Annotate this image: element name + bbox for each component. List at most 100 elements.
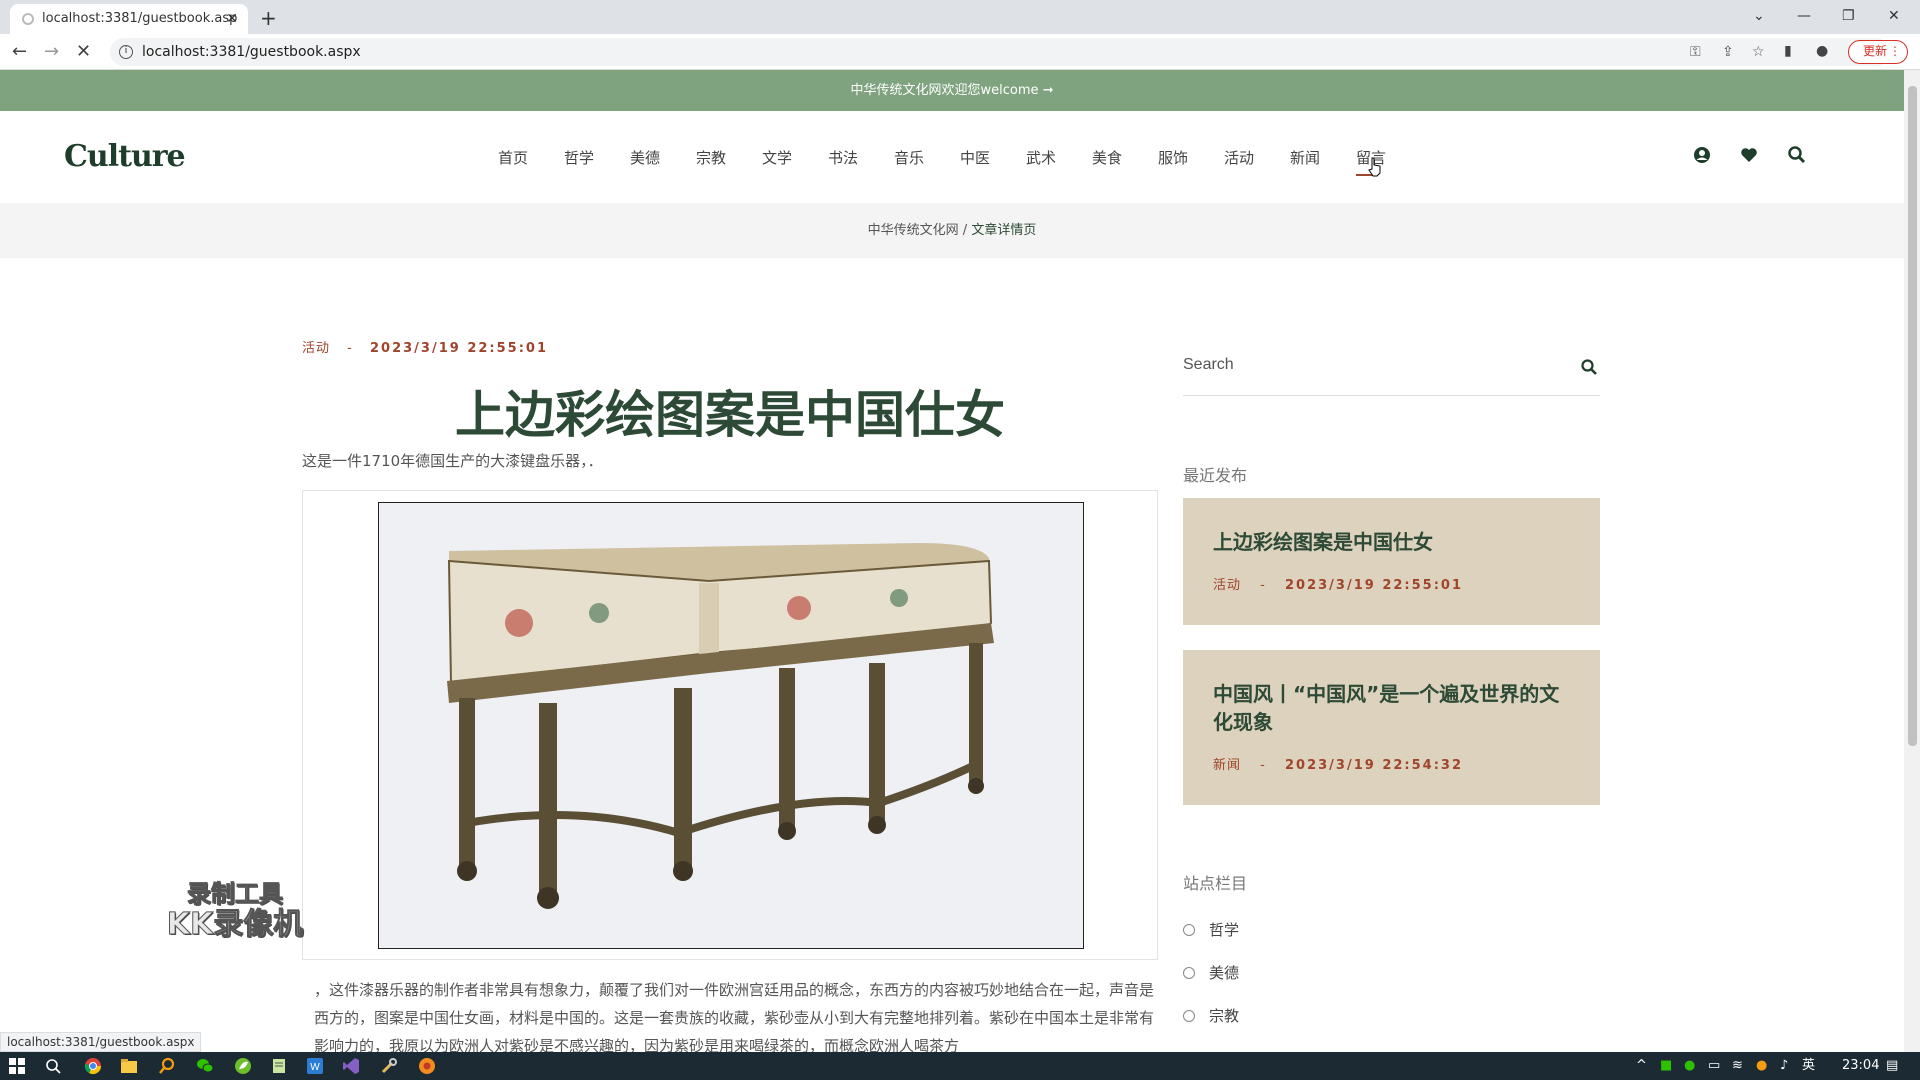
search-input[interactable] xyxy=(1183,350,1563,380)
nav-item-philosophy[interactable]: 哲学 xyxy=(564,147,594,168)
article-meta: 活动 - 2023/3/19 22:55:01 xyxy=(302,337,548,356)
sidebar-search xyxy=(1183,350,1600,396)
recent-post-date: 2023/3/19 22:55:01 xyxy=(1285,578,1464,593)
scrollbar-thumb[interactable] xyxy=(1908,86,1917,746)
tray-wechat-icon[interactable]: ● xyxy=(1684,1052,1695,1080)
recorder-app-icon[interactable] xyxy=(418,1057,436,1075)
radio-icon xyxy=(1183,1010,1195,1022)
windows-taskbar: W ^ ■ ● ▭ ≋ ● ♪ 英 23:04 ▤ xyxy=(0,1052,1920,1080)
side-panel-icon[interactable]: ▮ xyxy=(1784,39,1792,63)
heart-icon[interactable] xyxy=(1739,145,1759,165)
status-bar-url: localhost:3381/guestbook.aspx xyxy=(0,1032,202,1052)
tray-volume-icon[interactable]: ♪ xyxy=(1780,1052,1788,1080)
search-tool-icon[interactable] xyxy=(158,1057,176,1075)
tray-network-icon[interactable]: ≋ xyxy=(1732,1052,1743,1080)
breadcrumb-current: 文章详情页 xyxy=(971,223,1037,238)
close-tab-icon[interactable]: ✕ xyxy=(226,4,238,34)
tools-icon[interactable] xyxy=(380,1057,398,1075)
svg-text:W: W xyxy=(310,1062,320,1073)
tray-qq-icon[interactable]: ● xyxy=(1756,1052,1767,1080)
user-icon[interactable] xyxy=(1692,145,1712,165)
word-icon[interactable]: W xyxy=(306,1057,324,1075)
browser-tab[interactable]: localhost:3381/guestbook.asp ✕ xyxy=(10,4,248,34)
visual-studio-icon[interactable] xyxy=(342,1057,360,1075)
bookmark-star-icon[interactable]: ☆ xyxy=(1752,38,1765,66)
recent-post-card[interactable]: 中国风丨“中国风”是一个遍及世界的文化现象 新闻 - 2023/3/19 22:… xyxy=(1183,650,1600,805)
tray-expand-icon[interactable]: ^ xyxy=(1636,1052,1647,1080)
nav-item-clothing[interactable]: 服饰 xyxy=(1158,147,1188,168)
breadcrumb-home[interactable]: 中华传统文化网 xyxy=(868,223,959,238)
recent-post-category: 活动 xyxy=(1213,578,1242,593)
app-leaf-icon[interactable] xyxy=(234,1057,252,1075)
recent-post-meta: 活动 - 2023/3/19 22:55:01 xyxy=(1213,574,1570,593)
site-info-icon[interactable]: i xyxy=(119,45,133,59)
taskbar-clock[interactable]: 23:04 xyxy=(1842,1052,1879,1080)
update-label: 更新 xyxy=(1863,44,1888,58)
category-item-religion[interactable]: 宗教 xyxy=(1183,1005,1239,1026)
nav-item-martial-arts[interactable]: 武术 xyxy=(1026,147,1056,168)
file-explorer-icon[interactable] xyxy=(120,1057,138,1075)
back-icon[interactable]: ← xyxy=(12,40,27,64)
nav-item-home[interactable]: 首页 xyxy=(498,147,528,168)
share-icon[interactable]: ⇪ xyxy=(1722,38,1734,66)
hand-cursor-icon xyxy=(1368,157,1381,177)
nav-item-news[interactable]: 新闻 xyxy=(1290,147,1320,168)
notepad-icon[interactable] xyxy=(270,1057,288,1075)
tab-search-icon[interactable]: ⌄ xyxy=(1753,4,1765,28)
new-tab-icon[interactable]: + xyxy=(260,4,277,32)
address-bar[interactable]: i localhost:3381/guestbook.aspx ⚿ ⇪ ☆ xyxy=(110,38,1890,66)
breadcrumb-separator: / xyxy=(958,223,972,238)
forward-icon[interactable]: → xyxy=(44,40,59,64)
notification-icon[interactable]: ▤ xyxy=(1886,1052,1898,1080)
recent-post-category: 新闻 xyxy=(1213,758,1242,773)
tray-app-icon[interactable]: ■ xyxy=(1660,1052,1672,1080)
taskbar-search-icon[interactable] xyxy=(44,1057,62,1075)
article-lead: 这是一件1710年德国生产的大漆键盘乐器，． xyxy=(302,452,603,470)
close-window-icon[interactable]: ✕ xyxy=(1888,4,1900,28)
stop-loading-icon[interactable]: ✕ xyxy=(76,40,91,64)
wechat-icon[interactable] xyxy=(196,1057,214,1075)
menu-dots-icon: ⋮ xyxy=(1889,44,1901,58)
tray-battery-icon[interactable]: ▭ xyxy=(1708,1052,1720,1080)
search-icon[interactable] xyxy=(1787,145,1807,165)
nav-item-activities[interactable]: 活动 xyxy=(1224,147,1254,168)
site-logo[interactable]: Culture xyxy=(64,139,186,174)
nav-item-virtue[interactable]: 美德 xyxy=(630,147,660,168)
minimize-icon[interactable]: — xyxy=(1797,4,1811,28)
windows-start-icon[interactable] xyxy=(8,1057,26,1075)
input-method-indicator[interactable]: 英 xyxy=(1802,1052,1815,1080)
announcement-text: 中华传统文化网欢迎您welcome ➞ xyxy=(850,83,1054,98)
nav-item-religion[interactable]: 宗教 xyxy=(696,147,726,168)
nav-item-medicine[interactable]: 中医 xyxy=(960,147,990,168)
address-text: localhost:3381/guestbook.aspx xyxy=(142,44,361,60)
recent-post-card[interactable]: 上边彩绘图案是中国仕女 活动 - 2023/3/19 22:55:01 xyxy=(1183,498,1600,625)
update-button[interactable]: 更新 ⋮ xyxy=(1848,40,1908,64)
tab-title: localhost:3381/guestbook.asp xyxy=(42,11,238,26)
announcement-bar[interactable]: 中华传统文化网欢迎您welcome ➞ xyxy=(0,70,1904,111)
meta-separator: - xyxy=(1260,758,1266,773)
restore-icon[interactable]: ❐ xyxy=(1842,4,1855,28)
recent-post-title[interactable]: 中国风丨“中国风”是一个遍及世界的文化现象 xyxy=(1213,680,1570,736)
category-item-philosophy[interactable]: 哲学 xyxy=(1183,919,1239,940)
browser-tab-strip: localhost:3381/guestbook.asp ✕ + ⌄ — ❐ ✕ xyxy=(0,0,1920,34)
key-icon[interactable]: ⚿ xyxy=(1690,38,1701,66)
site-header: Culture 首页 哲学 美德 宗教 文学 书法 音乐 中医 武术 美食 服饰… xyxy=(0,111,1904,203)
categories-heading: 站点栏目 xyxy=(1183,874,1248,893)
nav-item-calligraphy[interactable]: 书法 xyxy=(828,147,858,168)
meta-separator: - xyxy=(1260,578,1266,593)
recent-post-date: 2023/3/19 22:54:32 xyxy=(1285,758,1464,773)
search-submit-icon[interactable] xyxy=(1580,358,1598,376)
recent-heading: 最近发布 xyxy=(1183,466,1248,485)
category-label: 哲学 xyxy=(1209,921,1240,939)
category-label: 美德 xyxy=(1209,964,1240,982)
category-item-virtue[interactable]: 美德 xyxy=(1183,962,1239,983)
page-scrollbar[interactable] xyxy=(1904,70,1920,1052)
article-image xyxy=(378,502,1084,949)
article-category[interactable]: 活动 xyxy=(302,341,330,356)
nav-item-music[interactable]: 音乐 xyxy=(894,147,924,168)
recent-post-title[interactable]: 上边彩绘图案是中国仕女 xyxy=(1213,528,1570,556)
chrome-icon[interactable] xyxy=(84,1057,102,1075)
nav-item-literature[interactable]: 文学 xyxy=(762,147,792,168)
nav-item-food[interactable]: 美食 xyxy=(1092,147,1122,168)
profile-icon[interactable]: ● xyxy=(1816,39,1828,63)
